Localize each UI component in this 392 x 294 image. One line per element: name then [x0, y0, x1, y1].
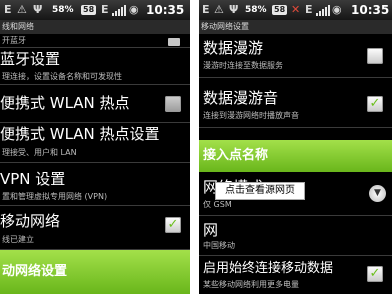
status-bar: E ⚠ Ψ 58% 58 E ◉ 10:35 — [0, 0, 190, 20]
bluetooth-settings-summary: 理连接，设置设备名称和可发现性 — [2, 72, 122, 81]
vpn-settings-title: VPN 设置 — [0, 170, 66, 188]
checkbox-icon[interactable] — [168, 38, 180, 46]
list-item[interactable]: 网 中国移动 — [199, 216, 392, 256]
data-e-icon: E — [101, 3, 109, 16]
mobile-network-summary: 线已建立 — [2, 235, 34, 244]
data-e-icon: E — [305, 3, 313, 16]
list-item[interactable]: 便携式 WLAN 热点设置 理接受、用户和 LAN — [0, 123, 190, 163]
data-roaming-checkbox[interactable] — [367, 48, 383, 64]
wlan-hotspot-settings-title: 便携式 WLAN 热点设置 — [0, 125, 160, 143]
notification-e-icon: E — [4, 3, 12, 16]
battery-percent: 58% — [245, 5, 267, 15]
wlan-hotspot-title: 便携式 WLAN 热点 — [0, 94, 130, 112]
data-roaming-title: 数据漫游 — [203, 39, 264, 57]
always-connect-title: 启用始终连接移动数据 — [203, 261, 334, 276]
left-screenshot: E ⚠ Ψ 58% 58 E ◉ 10:35 线和网络 开蓝牙 蓝牙设置 理连接… — [0, 0, 190, 294]
list-item[interactable]: 蓝牙设置 理连接，设置设备名称和可发现性 — [0, 48, 190, 85]
vpn-settings-summary: 置和管理虚拟专用网络 (VPN) — [2, 192, 108, 201]
roaming-sound-title: 数据漫游音 — [203, 89, 279, 107]
clock: 10:35 — [146, 3, 185, 17]
apn-item[interactable]: 接入点名称 — [199, 140, 392, 172]
signal-icon — [112, 5, 126, 16]
battery-percent: 58% — [52, 5, 74, 15]
battery-badge: 58 — [81, 5, 97, 15]
network-mode-summary: 仅 GSM — [203, 200, 232, 209]
wlan-hotspot-settings-summary: 理接受、用户和 LAN — [2, 148, 77, 157]
alarm-icon: ◉ — [129, 3, 139, 16]
clock: 10:35 — [351, 3, 390, 17]
settings-list: 数据漫游 漫游时连接至数据服务 数据漫游音 连接到漫游网络时播放声音 ✓ 接入点… — [199, 34, 392, 294]
list-item[interactable]: 启用始终连接移动数据 某些移动网络利用更多电量 ✓ — [199, 256, 392, 294]
view-source-tooltip[interactable]: 点击查看源网页 — [215, 182, 305, 200]
apn-label: 接入点名称 — [203, 148, 269, 163]
status-bar: E ⚠ Ψ 58% 58 ✕ E ◉ 10:35 — [199, 0, 392, 20]
right-screenshot: E ⚠ Ψ 58% 58 ✕ E ◉ 10:35 移动网络设置 数据漫游 漫游时… — [199, 0, 392, 294]
settings-list: 开蓝牙 蓝牙设置 理连接，设置设备名称和可发现性 便携式 WLAN 热点 便携式… — [0, 34, 190, 294]
roaming-sound-checkbox[interactable]: ✓ — [367, 96, 383, 112]
warning-icon: ⚠ — [214, 3, 224, 16]
signal-icon — [316, 5, 330, 16]
usb-icon: Ψ — [33, 3, 43, 16]
page-title: 线和网络 — [0, 20, 190, 34]
data-roaming-summary: 漫游时连接至数据服务 — [203, 61, 283, 70]
mobile-network-title: 移动网络 — [0, 212, 61, 230]
close-notification-icon: ✕ — [291, 3, 301, 16]
alarm-icon: ◉ — [332, 3, 342, 16]
mobile-network-checkbox[interactable]: ✓ — [165, 217, 181, 233]
list-item[interactable]: VPN 设置 置和管理虚拟专用网络 (VPN) — [0, 163, 190, 206]
roaming-sound-summary: 连接到漫游网络时播放声音 — [203, 111, 299, 120]
list-item[interactable]: 数据漫游音 连接到漫游网络时播放声音 ✓ — [199, 78, 392, 128]
notification-e-icon: E — [202, 3, 210, 16]
bluetooth-summary: 开蓝牙 — [2, 36, 26, 45]
always-connect-summary: 某些移动网络利用更多电量 — [203, 280, 299, 289]
warning-icon: ⚠ — [17, 3, 27, 16]
usb-icon: Ψ — [229, 3, 239, 16]
operator-title: 网 — [203, 221, 219, 239]
list-item[interactable]: 开蓝牙 — [0, 34, 190, 48]
page-title: 移动网络设置 — [199, 20, 392, 34]
mobile-network-settings-item[interactable]: 动网络设置 — [0, 250, 190, 294]
wlan-hotspot-checkbox[interactable] — [165, 96, 181, 112]
list-item[interactable]: 数据漫游 漫游时连接至数据服务 — [199, 34, 392, 78]
mobile-network-settings-label: 动网络设置 — [2, 264, 68, 279]
battery-badge: 58 — [272, 5, 288, 15]
bluetooth-settings-title: 蓝牙设置 — [0, 50, 61, 68]
list-item[interactable]: 移动网络 线已建立 ✓ — [0, 206, 190, 250]
operator-summary: 中国移动 — [203, 241, 235, 250]
list-item[interactable]: 便携式 WLAN 热点 — [0, 85, 190, 123]
always-connect-checkbox[interactable]: ✓ — [367, 266, 383, 282]
chevron-down-icon[interactable]: ▼ — [369, 185, 386, 202]
